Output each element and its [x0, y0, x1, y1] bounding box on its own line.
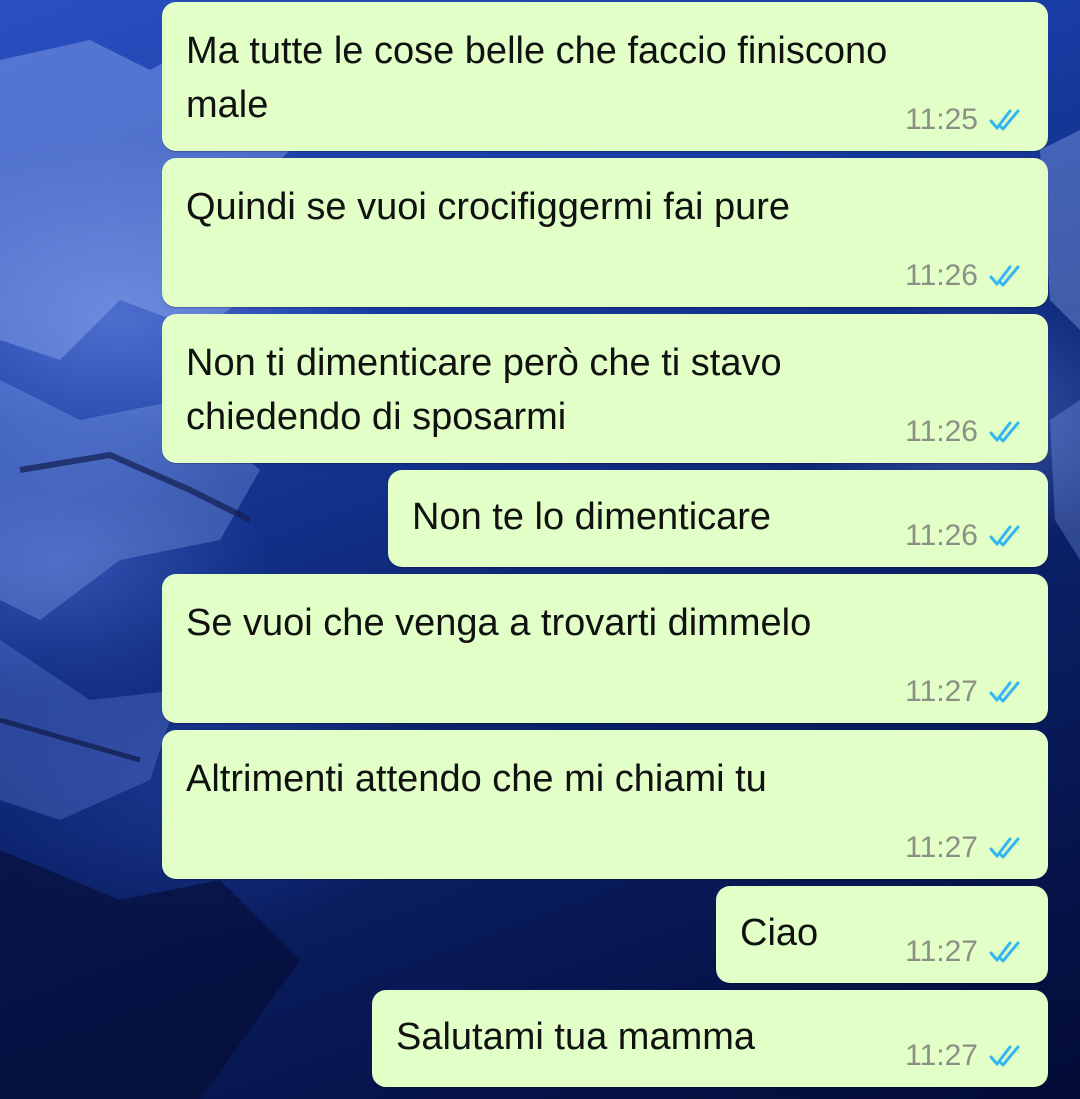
read-double-tick-icon [989, 421, 1020, 443]
read-double-tick-icon [989, 1045, 1020, 1067]
outgoing-message[interactable]: Non te lo dimenticare 11:26 [388, 470, 1048, 567]
message-meta: 11:25 [905, 103, 1028, 137]
message-time: 11:27 [905, 831, 978, 864]
outgoing-message[interactable]: Non ti dimenticare però che ti stavo chi… [162, 314, 1048, 463]
message-time: 11:26 [905, 415, 978, 448]
message-time: 11:26 [905, 259, 978, 292]
outgoing-message[interactable]: Altrimenti attendo che mi chiami tu 11:2… [162, 730, 1048, 879]
outgoing-message[interactable]: Se vuoi che venga a trovarti dimmelo 11:… [162, 574, 1048, 723]
message-text: Non te lo dimenticare [412, 496, 772, 538]
outgoing-message[interactable]: Ma tutte le cose belle che faccio finisc… [162, 2, 1048, 151]
outgoing-message[interactable]: Quindi se vuoi crocifiggermi fai pure 11… [162, 158, 1048, 307]
message-time: 11:27 [905, 935, 978, 968]
read-double-tick-icon [989, 109, 1020, 131]
read-double-tick-icon [989, 681, 1020, 703]
message-meta: 11:26 [905, 259, 1028, 293]
message-time: 11:25 [905, 103, 978, 136]
message-meta: 11:27 [905, 831, 1028, 865]
read-double-tick-icon [989, 265, 1020, 287]
message-time: 11:27 [905, 675, 978, 708]
message-meta: 11:27 [905, 1039, 1028, 1073]
message-text: Se vuoi che venga a trovarti dimmelo [186, 602, 812, 644]
message-list[interactable]: Ma tutte le cose belle che faccio finisc… [0, 0, 1080, 1099]
message-text: Quindi se vuoi crocifiggermi fai pure [186, 186, 791, 228]
message-meta: 11:26 [905, 415, 1028, 449]
read-double-tick-icon [989, 941, 1020, 963]
read-double-tick-icon [989, 837, 1020, 859]
message-text: Altrimenti attendo che mi chiami tu [186, 758, 767, 800]
message-text: Ciao [740, 912, 819, 954]
message-text: Ma tutte le cose belle che faccio finisc… [186, 30, 888, 126]
message-meta: 11:27 [905, 935, 1028, 969]
outgoing-message[interactable]: Salutami tua mamma 11:27 [372, 990, 1048, 1087]
message-time: 11:27 [905, 1039, 978, 1072]
message-meta: 11:26 [905, 519, 1028, 553]
message-meta: 11:27 [905, 675, 1028, 709]
message-text: Non ti dimenticare però che ti stavo chi… [186, 342, 782, 438]
message-text: Salutami tua mamma [396, 1016, 756, 1058]
read-double-tick-icon [989, 525, 1020, 547]
outgoing-message[interactable]: Ciao 11:27 [716, 886, 1048, 983]
message-time: 11:26 [905, 519, 978, 552]
